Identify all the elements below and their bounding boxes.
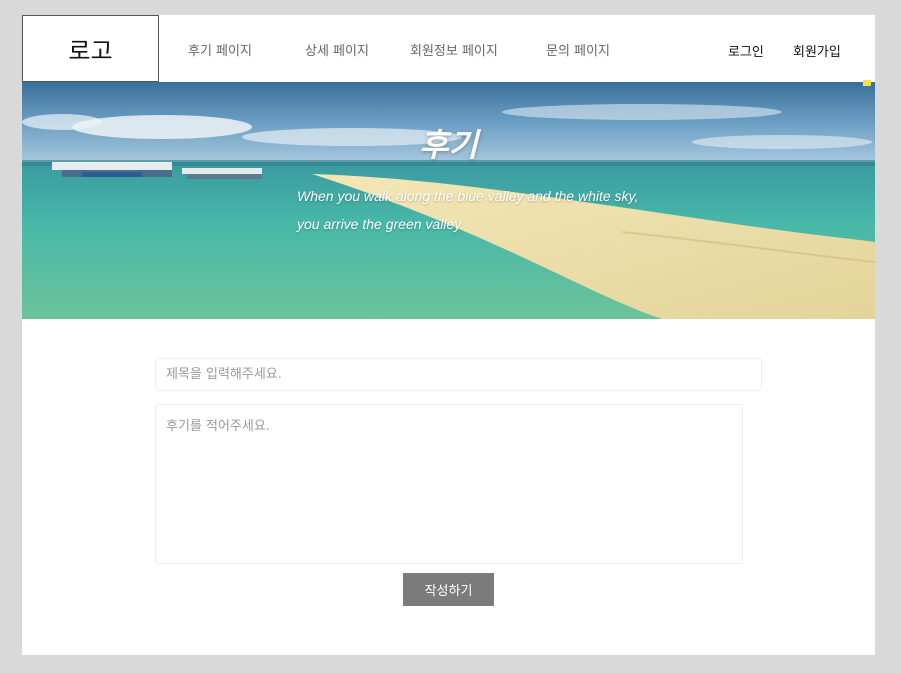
- hero-title: 후기: [419, 126, 478, 164]
- nav-review-page[interactable]: 후기 페이지: [188, 40, 252, 59]
- hero-subtitle-line2: you arrive the green valley.: [297, 216, 465, 232]
- logo[interactable]: 로고: [22, 15, 159, 82]
- review-content-textarea[interactable]: [155, 404, 743, 564]
- hero-subtitle-line1: When you walk along the blue valley and …: [297, 188, 639, 204]
- corner-marker: [863, 80, 871, 86]
- nav-inquiry-page[interactable]: 문의 페이지: [546, 40, 610, 59]
- nav-member-info-page[interactable]: 회원정보 페이지: [410, 40, 498, 59]
- page-container: 로고 후기 페이지 상세 페이지 회원정보 페이지 문의 페이지 로그인 회원가…: [22, 15, 875, 655]
- header: 로고 후기 페이지 상세 페이지 회원정보 페이지 문의 페이지 로그인 회원가…: [22, 15, 875, 82]
- signup-link[interactable]: 회원가입: [793, 41, 841, 60]
- hero-banner: 후기 When you walk along the blue valley a…: [22, 82, 875, 319]
- review-title-input[interactable]: [155, 358, 762, 391]
- login-link[interactable]: 로그인: [728, 41, 764, 60]
- submit-review-button[interactable]: 작성하기: [403, 573, 494, 606]
- nav-detail-page[interactable]: 상세 페이지: [305, 40, 369, 59]
